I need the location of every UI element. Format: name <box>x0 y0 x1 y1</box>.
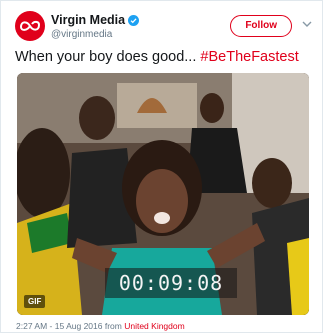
race-timer: 00:09:08 <box>105 268 237 298</box>
tweet-text: When your boy does good... #BeTheFastest <box>15 49 312 65</box>
gif-badge: GIF <box>24 295 46 308</box>
follow-button[interactable]: Follow <box>230 15 292 37</box>
tweet-media-gif[interactable]: 00:09:08 GIF <box>17 73 309 315</box>
tweet-meta: 2:27 AM - 15 Aug 2016 from United Kingdo… <box>16 321 185 331</box>
hashtag-link[interactable]: #BeTheFastest <box>200 49 298 65</box>
tweet-body: When your boy does good... <box>15 49 201 65</box>
account-handle[interactable]: @virginmedia <box>51 29 139 40</box>
account-identity: Virgin Media @virginmedia <box>51 13 140 40</box>
account-name[interactable]: Virgin Media <box>51 13 125 27</box>
avatar[interactable] <box>15 11 45 41</box>
chevron-down-icon[interactable] <box>302 20 312 28</box>
tweet-card: Virgin Media @virginmedia Follow When yo… <box>0 0 323 333</box>
tweet-timestamp[interactable]: 2:27 AM - 15 Aug 2016 from <box>16 321 124 331</box>
verified-badge-icon <box>128 14 140 26</box>
virgin-logo-icon <box>20 20 41 31</box>
tweet-header: Virgin Media @virginmedia Follow <box>15 11 312 47</box>
tweet-location-link[interactable]: United Kingdom <box>124 321 184 331</box>
